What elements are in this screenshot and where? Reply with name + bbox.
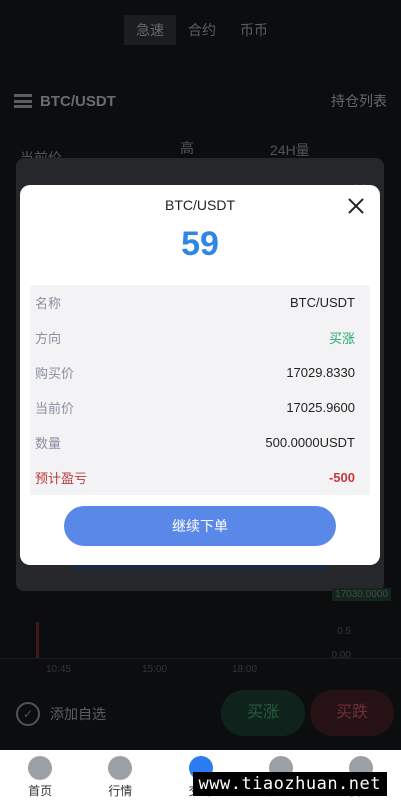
market-icon <box>108 756 133 780</box>
detail-row-current-price: 当前价 17025.9600 <box>35 400 355 416</box>
detail-row-estimated-pnl: 预计盈亏 -500 <box>35 470 355 486</box>
countdown-timer: 59 <box>181 225 219 263</box>
tab-market[interactable]: 行情 <box>80 750 160 802</box>
detail-row-quantity: 数量 500.0000USDT <box>35 435 355 451</box>
dialog-title: BTC/USDT <box>165 197 235 213</box>
home-icon <box>28 756 53 780</box>
tab-home[interactable]: 首页 <box>0 750 80 802</box>
watermark: www.tiaozhuan.net <box>192 772 387 796</box>
order-details: 名称 BTC/USDT 方向 买涨 购买价 17029.8330 当前价 170… <box>30 285 370 495</box>
detail-row-direction: 方向 买涨 <box>35 331 355 346</box>
continue-order-button[interactable]: 继续下单 <box>64 506 336 546</box>
detail-row-name: 名称 BTC/USDT <box>35 295 355 311</box>
close-icon[interactable] <box>344 194 368 218</box>
detail-row-buy-price: 购买价 17029.8330 <box>35 365 355 381</box>
order-confirm-dialog: BTC/USDT 59 名称 BTC/USDT 方向 买涨 购买价 17029.… <box>20 185 380 565</box>
